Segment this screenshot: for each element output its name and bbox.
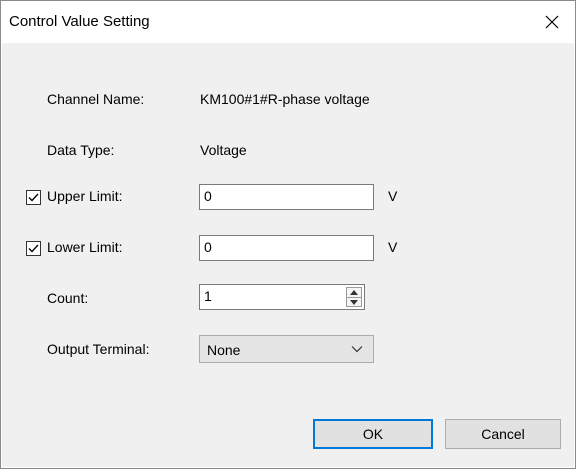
spin-down-button[interactable]: [347, 298, 361, 307]
dialog-body: Channel Name: KM100#1#R-phase voltage Da…: [2, 43, 574, 467]
chevron-down-icon: [351, 346, 363, 353]
title-bar: Control Value Setting: [1, 1, 575, 43]
lower-limit-label: Lower Limit:: [47, 239, 123, 255]
close-icon: [545, 15, 559, 29]
lower-limit-input[interactable]: 0: [199, 235, 374, 261]
data-type-value: Voltage: [200, 142, 247, 158]
channel-name-label: Channel Name:: [47, 91, 145, 107]
count-spinner[interactable]: [346, 287, 362, 307]
spin-up-button[interactable]: [347, 288, 361, 297]
count-label: Count:: [47, 290, 89, 306]
output-terminal-label: Output Terminal:: [47, 341, 150, 357]
dialog-title: Control Value Setting: [9, 13, 150, 30]
upper-limit-input[interactable]: 0: [199, 184, 374, 210]
cancel-button[interactable]: Cancel: [445, 419, 561, 449]
data-type-label: Data Type:: [47, 142, 115, 158]
count-input[interactable]: 1: [199, 284, 365, 310]
upper-limit-label: Upper Limit:: [47, 188, 123, 204]
upper-limit-checkbox[interactable]: [26, 190, 41, 205]
checkmark-icon: [28, 193, 39, 202]
output-terminal-selected: None: [207, 342, 241, 358]
ok-button[interactable]: OK: [313, 419, 433, 449]
output-terminal-dropdown[interactable]: None: [199, 335, 374, 363]
lower-limit-checkbox[interactable]: [26, 241, 41, 256]
spin-up-icon: [350, 290, 358, 295]
control-value-setting-dialog: Control Value Setting Channel Name: KM10…: [0, 0, 576, 469]
channel-name-value: KM100#1#R-phase voltage: [200, 91, 370, 107]
checkmark-icon: [28, 244, 39, 253]
close-button[interactable]: [529, 1, 575, 43]
lower-limit-unit: V: [388, 239, 398, 255]
upper-limit-unit: V: [388, 188, 398, 204]
spin-down-icon: [350, 300, 358, 305]
